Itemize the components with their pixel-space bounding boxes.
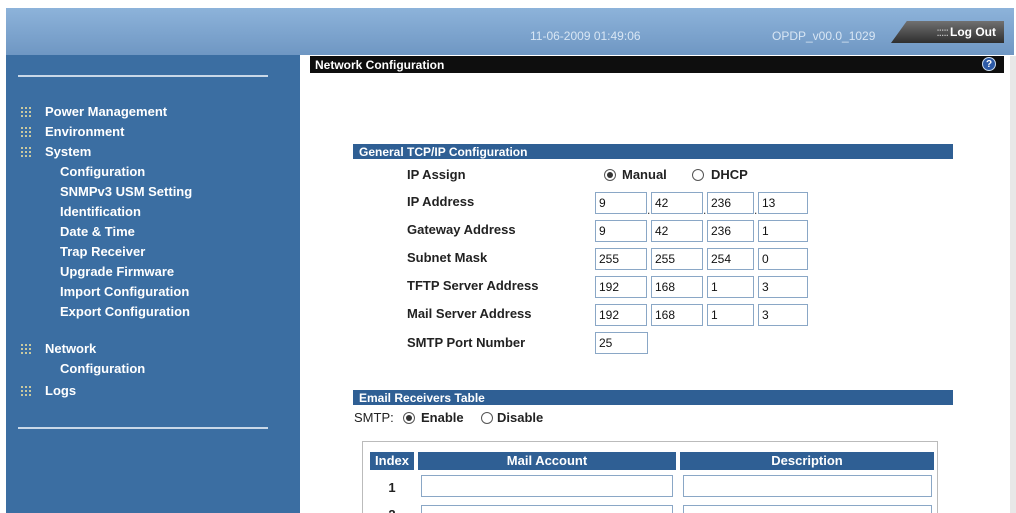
smtp-enable-label: Enable [421,410,464,425]
sidebar-divider-bottom [18,427,268,429]
page-title: Network Configuration [310,56,1004,73]
description-input[interactable] [683,505,932,513]
email-section-heading: Email Receivers Table [353,390,953,405]
logout-dots-icon: ::::: [936,25,949,39]
sidebar-item-system[interactable]: System [20,144,91,159]
sidebar-item-logs[interactable]: Logs [20,383,76,398]
dhcp-radio[interactable] [692,169,704,181]
octet-separator: . [647,203,651,217]
subnet-octet-2[interactable]: 255 [651,248,703,270]
sidebar-subitem-trap-receiver[interactable]: Trap Receiver [60,244,145,259]
sidebar-item-power-management[interactable]: Power Management [20,104,167,119]
description-input[interactable] [683,475,932,497]
tftp-octet-1[interactable]: 192 [595,276,647,298]
sidebar-item-environment[interactable]: Environment [20,124,124,139]
scrollbar[interactable] [1010,56,1016,513]
subnet-mask-label: Subnet Mask [407,250,488,265]
mail-server-octet-3[interactable]: 1 [707,304,754,326]
menu-grid-icon [20,343,31,354]
menu-grid-icon [20,146,31,157]
gateway-octet-1[interactable]: 9 [595,220,647,242]
help-icon[interactable]: ? [982,57,996,71]
smtp-port-input[interactable]: 25 [595,332,648,354]
table-row-index: 2 [370,507,414,513]
gateway-octet-2[interactable]: 42 [651,220,703,242]
dhcp-radio-label: DHCP [711,167,748,182]
column-header-description: Description [680,452,934,470]
mail-account-input[interactable] [421,475,673,497]
octet-separator: . [754,203,758,217]
menu-grid-icon [20,385,31,396]
mail-server-octet-4[interactable]: 3 [758,304,808,326]
sidebar-subitem-date-time[interactable]: Date & Time [60,224,135,239]
manual-radio-label: Manual [622,167,667,182]
logout-button[interactable]: ::::: Log Out [891,21,1004,43]
ip-address-octet-2[interactable]: 42 [651,192,703,214]
ip-address-label: IP Address [407,194,475,209]
sidebar-divider-top [18,75,268,77]
subnet-octet-4[interactable]: 0 [758,248,808,270]
smtp-disable-label: Disable [497,410,544,425]
table-row-index: 1 [388,480,396,495]
octet-separator: . [703,203,707,217]
gateway-octet-3[interactable]: 236 [707,220,754,242]
gateway-octet-4[interactable]: 1 [758,220,808,242]
tftp-server-label: TFTP Server Address [407,278,539,293]
sidebar-subitem-network-configuration[interactable]: Configuration [60,361,145,376]
tcpip-section-heading: General TCP/IP Configuration [353,144,953,159]
manual-radio[interactable] [604,169,616,181]
mail-server-label: Mail Server Address [407,306,532,321]
sidebar-subitem-import-configuration[interactable]: Import Configuration [60,284,189,299]
header-datetime: 11-06-2009 01:49:06 [530,29,641,43]
ip-address-octet-3[interactable]: 236 [707,192,754,214]
menu-grid-icon [20,126,31,137]
logout-label: Log Out [950,25,996,39]
ip-assign-label: IP Assign [407,167,466,182]
subnet-octet-3[interactable]: 254 [707,248,754,270]
mail-server-octet-2[interactable]: 168 [651,304,703,326]
mail-server-octet-1[interactable]: 192 [595,304,647,326]
subnet-octet-1[interactable]: 255 [595,248,647,270]
smtp-enable-radio[interactable] [403,412,415,424]
mail-account-input[interactable] [421,505,673,513]
sidebar-subitem-identification[interactable]: Identification [60,204,141,219]
firmware-version: OPDP_v00.0_1029 [772,29,876,43]
ip-address-octet-1[interactable]: 9 [595,192,647,214]
smtp-disable-radio[interactable] [481,412,493,424]
gateway-address-label: Gateway Address [407,222,516,237]
ip-address-octet-4[interactable]: 13 [758,192,808,214]
sidebar-subitem-snmpv3-usm-setting[interactable]: SNMPv3 USM Setting [60,184,192,199]
menu-grid-icon [20,106,31,117]
sidebar: Power Management Environment System Conf… [6,55,300,513]
column-header-mail-account: Mail Account [418,452,676,470]
tftp-octet-4[interactable]: 3 [758,276,808,298]
tftp-octet-3[interactable]: 1 [707,276,754,298]
sidebar-subitem-system-configuration[interactable]: Configuration [60,164,145,179]
sidebar-subitem-export-configuration[interactable]: Export Configuration [60,304,190,319]
smtp-port-label: SMTP Port Number [407,335,526,350]
smtp-label: SMTP: [354,410,394,425]
header-bar: 11-06-2009 01:49:06 OPDP_v00.0_1029 ::::… [6,8,1014,55]
tftp-octet-2[interactable]: 168 [651,276,703,298]
column-header-index: Index [370,452,414,470]
sidebar-item-network[interactable]: Network [20,341,96,356]
sidebar-subitem-upgrade-firmware[interactable]: Upgrade Firmware [60,264,174,279]
